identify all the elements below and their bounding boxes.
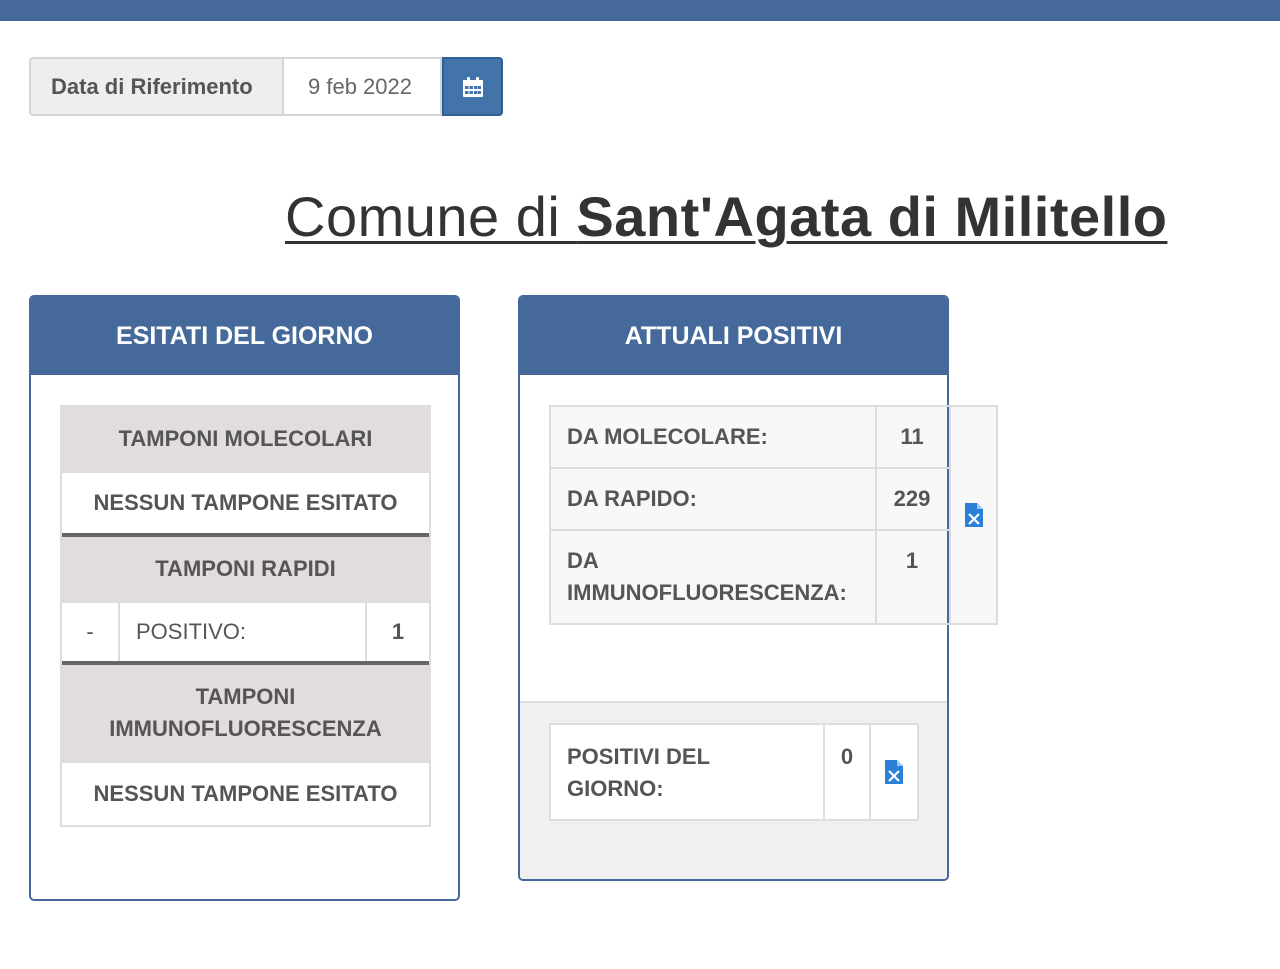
page-title-name: Sant'Agata di Militello — [576, 185, 1168, 248]
calendar-icon — [462, 76, 483, 97]
esitati-table: TAMPONI MOLECOLARI NESSUN TAMPONE ESITAT… — [60, 405, 431, 827]
excel-file-icon — [885, 760, 903, 784]
row-value: 11 — [877, 407, 947, 467]
immuno-empty: NESSUN TAMPONE ESITATO — [62, 761, 429, 825]
calendar-button[interactable] — [442, 57, 503, 116]
molecolari-header: TAMPONI MOLECOLARI — [62, 407, 429, 471]
date-picker: Data di Riferimento 9 feb 2022 — [29, 57, 503, 116]
attuali-panel-title: ATTUALI POSITIVI — [520, 297, 947, 375]
positivi-giorno-section: POSITIVI DEL GIORNO: 0 — [520, 701, 947, 879]
page-title: Comune di Sant'Agata di Militello — [285, 184, 1167, 249]
export-positivi-giorno-button[interactable] — [871, 725, 917, 819]
esitati-panel-title: ESITATI DEL GIORNO — [31, 297, 458, 375]
table-row: DA RAPIDO: 229 — [551, 469, 949, 531]
esitati-panel: ESITATI DEL GIORNO TAMPONI MOLECOLARI NE… — [29, 295, 460, 901]
excel-file-icon — [964, 503, 983, 527]
export-attuali-button[interactable] — [949, 407, 996, 623]
top-nav-bar — [0, 0, 1280, 21]
row-dash: - — [62, 603, 120, 661]
row-value: 1 — [391, 619, 405, 644]
immuno-header: TAMPONI IMMUNOFLUORESCENZA — [62, 665, 429, 761]
attuali-table: DA MOLECOLARE: 11 DA RAPIDO: 229 DA IMMU… — [549, 405, 998, 625]
positivi-giorno-table: POSITIVI DEL GIORNO: 0 — [549, 723, 919, 821]
table-row: DA MOLECOLARE: 11 — [551, 407, 949, 469]
positivi-giorno-value: 0 — [825, 725, 871, 819]
row-label: DA MOLECOLARE: — [551, 407, 877, 467]
attuali-panel: ATTUALI POSITIVI DA MOLECOLARE: 11 DA RA… — [518, 295, 998, 881]
positivi-giorno-label: POSITIVI DEL GIORNO: — [551, 725, 825, 819]
molecolari-empty: NESSUN TAMPONE ESITATO — [62, 471, 429, 537]
row-label: DA RAPIDO: — [551, 469, 877, 529]
row-value: 1 — [877, 531, 947, 623]
date-label: Data di Riferimento — [29, 57, 282, 116]
row-value: 229 — [877, 469, 947, 529]
rapidi-header: TAMPONI RAPIDI — [62, 537, 429, 601]
table-row: - POSITIVO: 1 — [62, 601, 429, 665]
row-label: DA IMMUNOFLUORESCENZA: — [551, 531, 877, 623]
row-label: POSITIVO: — [120, 603, 367, 661]
date-input[interactable]: 9 feb 2022 — [282, 57, 442, 116]
page-title-prefix: Comune di — [285, 185, 577, 248]
table-row: DA IMMUNOFLUORESCENZA: 1 — [551, 531, 949, 623]
